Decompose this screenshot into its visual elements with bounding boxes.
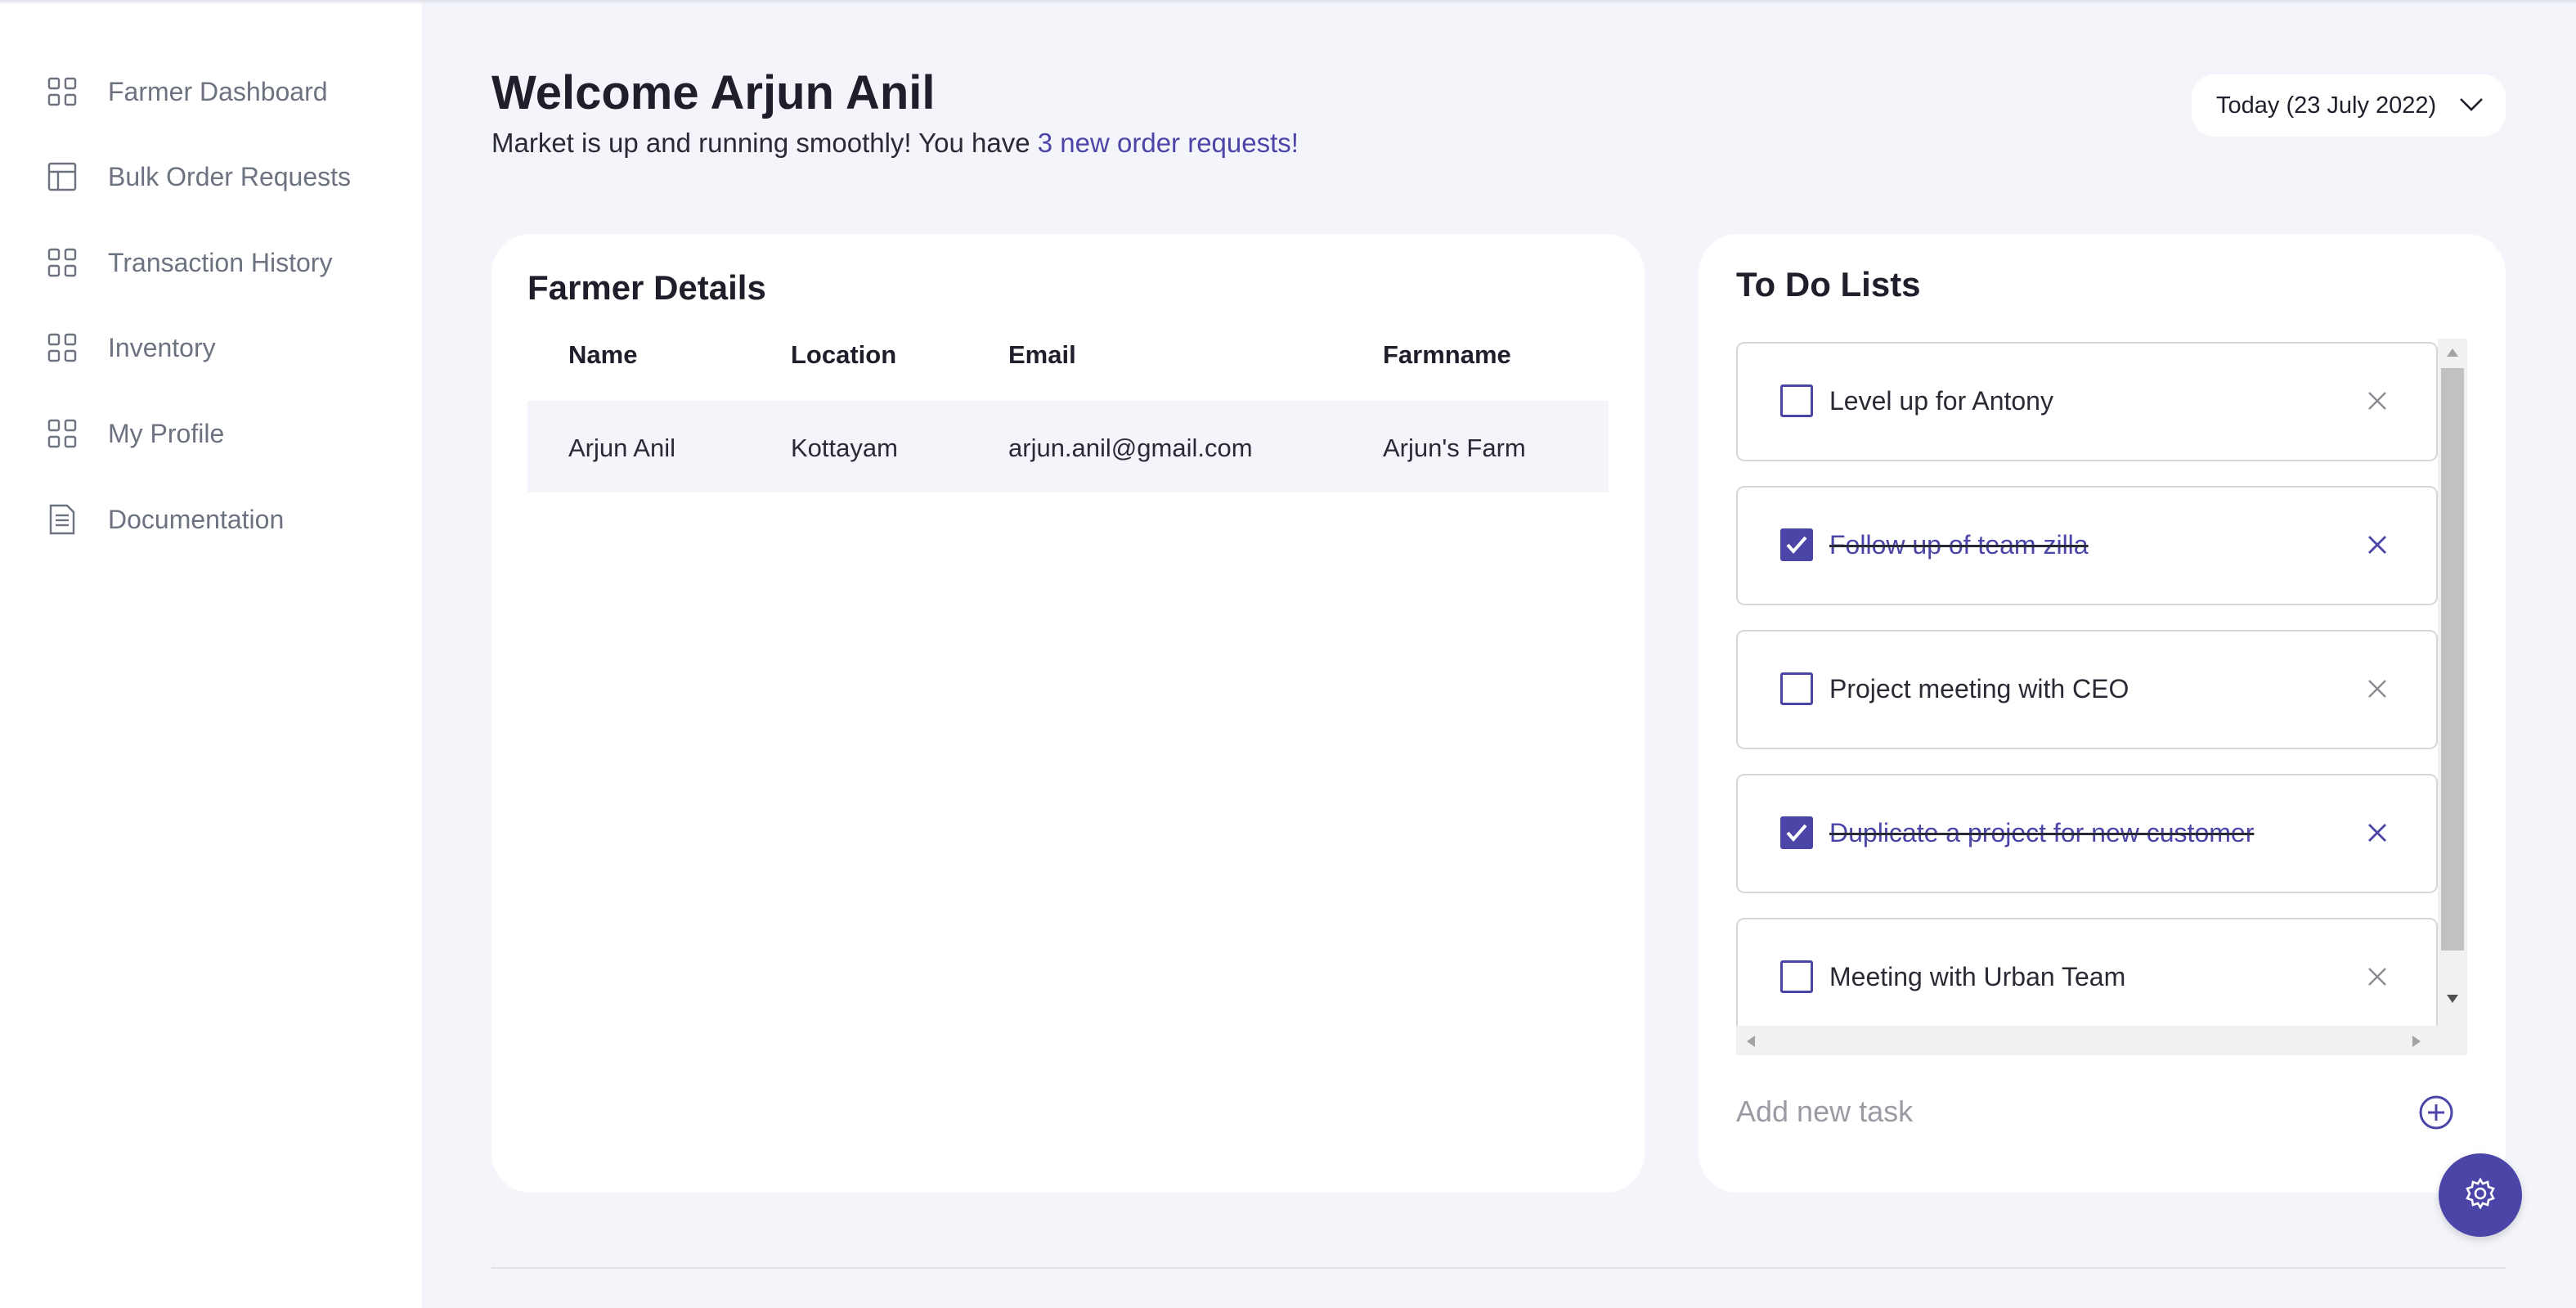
order-requests-link[interactable]: 3 new order requests! <box>1038 128 1299 158</box>
vertical-scrollbar[interactable] <box>2438 339 2467 1032</box>
horizontal-scrollbar[interactable] <box>1736 1026 2467 1055</box>
scroll-up-arrow-icon[interactable] <box>2446 347 2459 362</box>
close-icon[interactable] <box>2364 964 2390 990</box>
date-selector[interactable]: Today (23 July 2022) <box>2192 74 2506 137</box>
sidebar-item-label: Farmer Dashboard <box>108 76 328 106</box>
sidebar-item-inventory[interactable]: Inventory <box>46 323 216 372</box>
cell-farmname: Arjun's Farm <box>1383 434 1526 462</box>
todo-text: Meeting with Urban Team <box>1829 962 2126 991</box>
top-shadow <box>0 0 2576 5</box>
sidebar-item-bulk-order-requests[interactable]: Bulk Order Requests <box>46 152 351 201</box>
todo-title: To Do Lists <box>1736 265 1921 303</box>
sidebar-item-label: Inventory <box>108 332 216 362</box>
close-icon[interactable] <box>2364 676 2390 702</box>
column-header-farmname: Farmname <box>1383 340 1511 369</box>
add-task-input[interactable]: Add new task <box>1736 1094 1913 1129</box>
farmer-details-title: Farmer Details <box>527 268 766 307</box>
list-item: Duplicate a project for new customer <box>1736 774 2438 893</box>
todo-text: Project meeting with CEO <box>1829 674 2129 703</box>
cell-name: Arjun Anil <box>568 434 675 462</box>
cell-email: arjun.anil@gmail.com <box>1008 434 1253 462</box>
table-row: Arjun Anil Kottayam arjun.anil@gmail.com… <box>527 401 1609 492</box>
farmer-details-card: Farmer Details Name Location Email Farmn… <box>491 234 1645 1193</box>
scroll-right-arrow-icon[interactable] <box>2412 1035 2421 1052</box>
grid-icon <box>46 246 79 279</box>
close-icon[interactable] <box>2364 388 2390 414</box>
close-icon[interactable] <box>2364 532 2390 558</box>
column-header-name: Name <box>568 340 638 369</box>
todo-text: Duplicate a project for new customer <box>1829 818 2255 847</box>
list-item: Meeting with Urban Team <box>1736 918 2438 1037</box>
layout-icon <box>46 160 79 193</box>
grid-icon <box>46 417 79 450</box>
todo-card: To Do Lists Level up for Antony Follow u… <box>1699 234 2506 1193</box>
sidebar-item-label: Transaction History <box>108 247 333 277</box>
sidebar-item-label: Documentation <box>108 504 285 534</box>
grid-icon <box>46 331 79 364</box>
cell-location: Kottayam <box>791 434 898 462</box>
gear-icon <box>2464 1176 2497 1214</box>
sidebar-item-farmer-dashboard[interactable]: Farmer Dashboard <box>46 67 328 116</box>
sidebar-item-documentation[interactable]: Documentation <box>46 495 284 544</box>
todo-text: Level up for Antony <box>1829 386 2053 416</box>
add-circle-icon[interactable] <box>2418 1094 2454 1130</box>
scroll-down-arrow-icon[interactable] <box>2446 993 2459 1008</box>
sidebar-item-transaction-history[interactable]: Transaction History <box>46 238 332 287</box>
todo-checkbox[interactable] <box>1780 672 1813 705</box>
column-header-email: Email <box>1008 340 1076 369</box>
date-selector-label: Today (23 July 2022) <box>2216 92 2437 119</box>
document-icon <box>46 503 79 536</box>
settings-button[interactable] <box>2439 1153 2522 1237</box>
welcome-message-text: Market is up and running smoothly! You h… <box>491 128 1038 158</box>
todo-text: Follow up of team zilla <box>1829 530 2089 560</box>
vertical-scrollbar-thumb[interactable] <box>2441 368 2464 951</box>
sidebar: Farmer Dashboard Bulk Order Requests Tra… <box>0 0 422 1308</box>
todo-list[interactable]: Level up for Antony Follow up of team zi… <box>1736 339 2467 1055</box>
sidebar-item-label: Bulk Order Requests <box>108 161 352 191</box>
list-item: Follow up of team zilla <box>1736 486 2438 605</box>
todo-checkbox[interactable] <box>1780 816 1813 849</box>
todo-checkbox[interactable] <box>1780 384 1813 417</box>
column-header-location: Location <box>791 340 897 369</box>
list-item: Level up for Antony <box>1736 342 2438 461</box>
sidebar-item-my-profile[interactable]: My Profile <box>46 409 224 458</box>
footer-divider <box>491 1267 2506 1269</box>
sidebar-item-label: My Profile <box>108 418 225 448</box>
close-icon[interactable] <box>2364 820 2390 846</box>
grid-icon <box>46 75 79 108</box>
list-item: Project meeting with CEO <box>1736 630 2438 749</box>
chevron-down-icon <box>2458 94 2484 118</box>
todo-checkbox[interactable] <box>1780 960 1813 993</box>
page-title: Welcome Arjun Anil <box>491 66 936 119</box>
scroll-left-arrow-icon[interactable] <box>1746 1035 1756 1052</box>
todo-checkbox[interactable] <box>1780 528 1813 561</box>
welcome-message: Market is up and running smoothly! You h… <box>491 128 1299 159</box>
